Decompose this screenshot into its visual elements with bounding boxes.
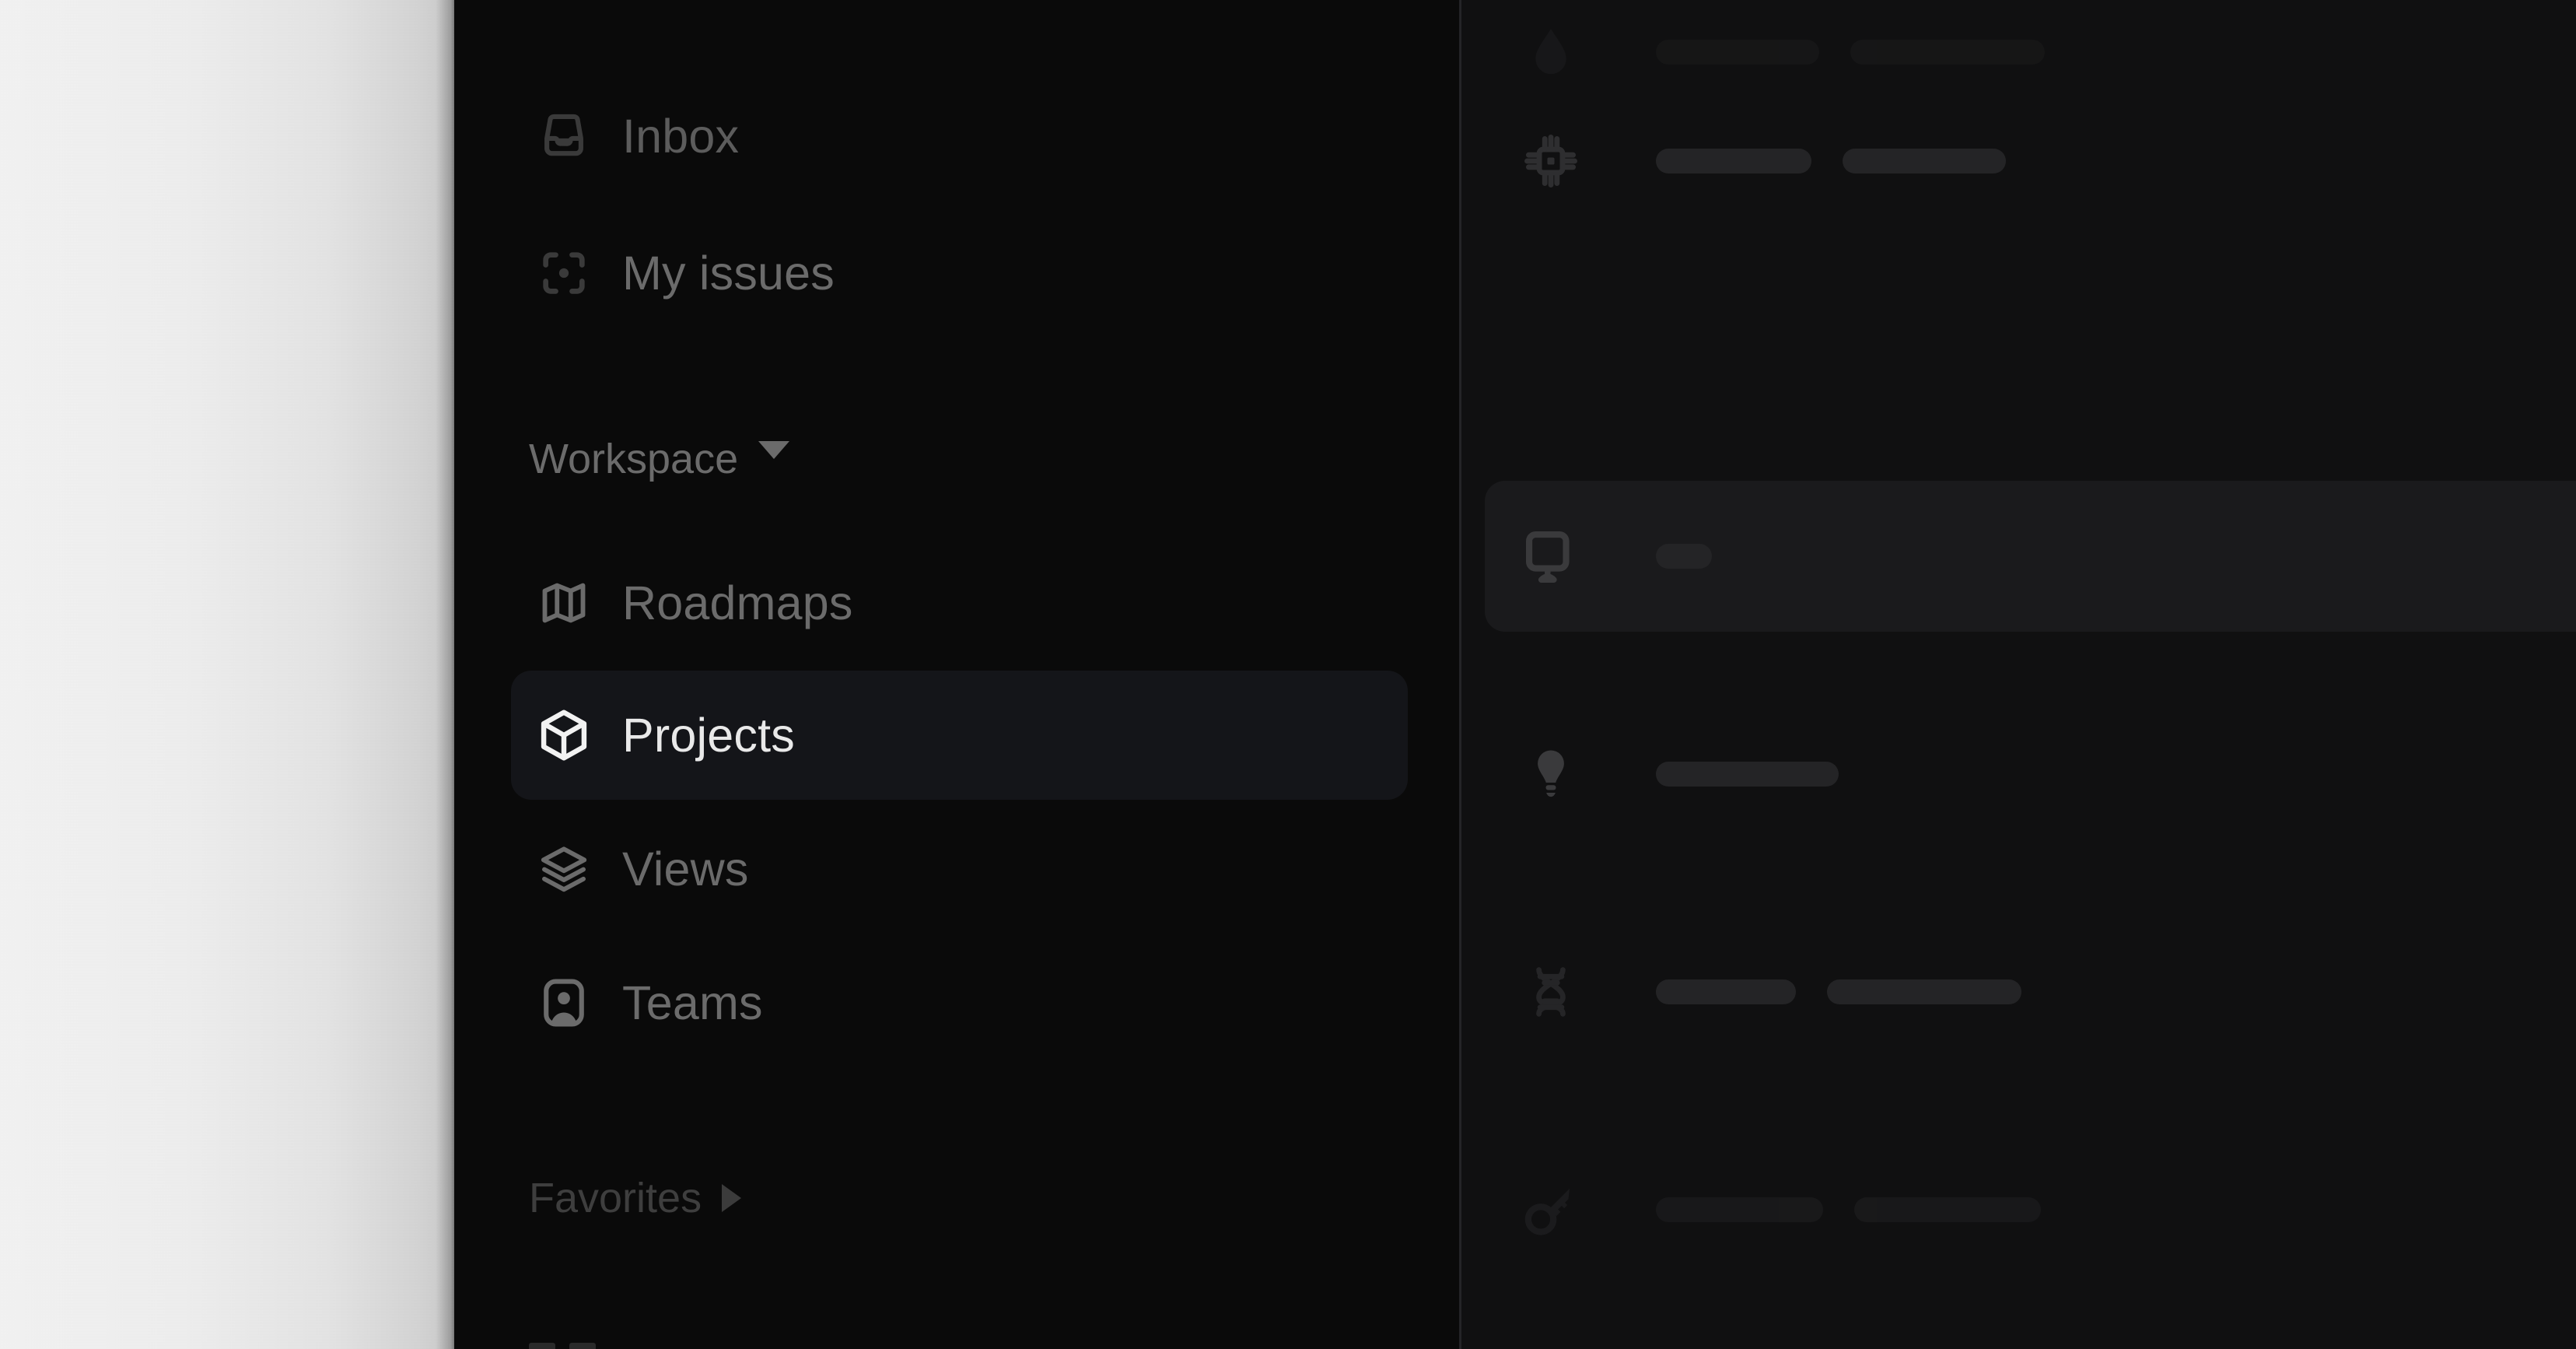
layers-icon: [523, 829, 604, 909]
sidebar-item-label: Views: [622, 842, 749, 895]
bulb-icon: [1508, 731, 1594, 817]
sidebar-item-my-issues[interactable]: My issues: [511, 208, 1408, 338]
droplet-icon: [1508, 9, 1594, 95]
sidebar-item-roadmaps[interactable]: Roadmaps: [511, 538, 1408, 667]
sidebar: Inbox My issues Workspace Roadmaps Proje…: [454, 0, 1460, 1349]
skeleton-bar: [1656, 979, 1796, 1004]
skeleton-bar: [1656, 149, 1811, 173]
canvas-noise-texture: [0, 0, 454, 1349]
document-canvas: [0, 0, 454, 1349]
skeleton-bar: [1656, 40, 1819, 65]
list-item[interactable]: [1485, 1134, 2576, 1285]
key-icon: [1508, 1167, 1594, 1253]
skeleton-bar: [1656, 762, 1839, 787]
sidebar-item-views[interactable]: Views: [511, 804, 1408, 934]
skeleton-bars: [1656, 762, 1839, 787]
list-item[interactable]: [1485, 481, 2576, 632]
skeleton-bars: [1656, 149, 2006, 173]
skeleton-bars: [1656, 1197, 2041, 1222]
section-title: Favorites: [529, 1175, 702, 1221]
sidebar-item-label: My issues: [622, 246, 835, 300]
app-window: Inbox My issues Workspace Roadmaps Proje…: [0, 0, 2576, 1349]
inbox-icon: [523, 96, 604, 177]
chip-icon: [1508, 118, 1594, 204]
dna-icon: [1508, 949, 1594, 1035]
skeleton-bar: [1843, 149, 2006, 173]
skeleton-bars: [1656, 40, 2045, 65]
skeleton-bar: [1827, 979, 2021, 1004]
skeleton-bar: [1850, 40, 2045, 65]
list-item[interactable]: [1485, 86, 2576, 237]
sidebar-item-label: Roadmaps: [622, 576, 853, 629]
skeleton-bars: [1656, 979, 2021, 1004]
skeleton-bar: [1656, 1197, 1823, 1222]
section-header-workspace[interactable]: Workspace: [529, 436, 790, 482]
cube-icon: [523, 695, 604, 776]
sidebar-item-inbox[interactable]: Inbox: [511, 72, 1408, 201]
contact-icon: [523, 962, 604, 1043]
target-icon: [523, 233, 604, 314]
monitor-icon: [1508, 513, 1594, 599]
clipped-bottom-content: [529, 1343, 596, 1349]
section-header-favorites[interactable]: Favorites: [529, 1175, 742, 1221]
list-item[interactable]: [1485, 699, 2576, 850]
skeleton-bar: [1854, 1197, 2041, 1222]
sidebar-item-label: Projects: [622, 708, 795, 762]
content-panel: [1461, 0, 2576, 1349]
map-icon: [523, 562, 604, 643]
list-item[interactable]: [1485, 916, 2576, 1067]
sidebar-item-label: Teams: [622, 976, 763, 1029]
skeleton-bar: [1656, 544, 1712, 569]
sidebar-item-label: Inbox: [622, 109, 740, 163]
sidebar-item-teams[interactable]: Teams: [511, 938, 1408, 1067]
section-title: Workspace: [529, 436, 739, 482]
sidebar-item-projects[interactable]: Projects: [511, 671, 1408, 800]
skeleton-bars: [1656, 544, 1712, 569]
